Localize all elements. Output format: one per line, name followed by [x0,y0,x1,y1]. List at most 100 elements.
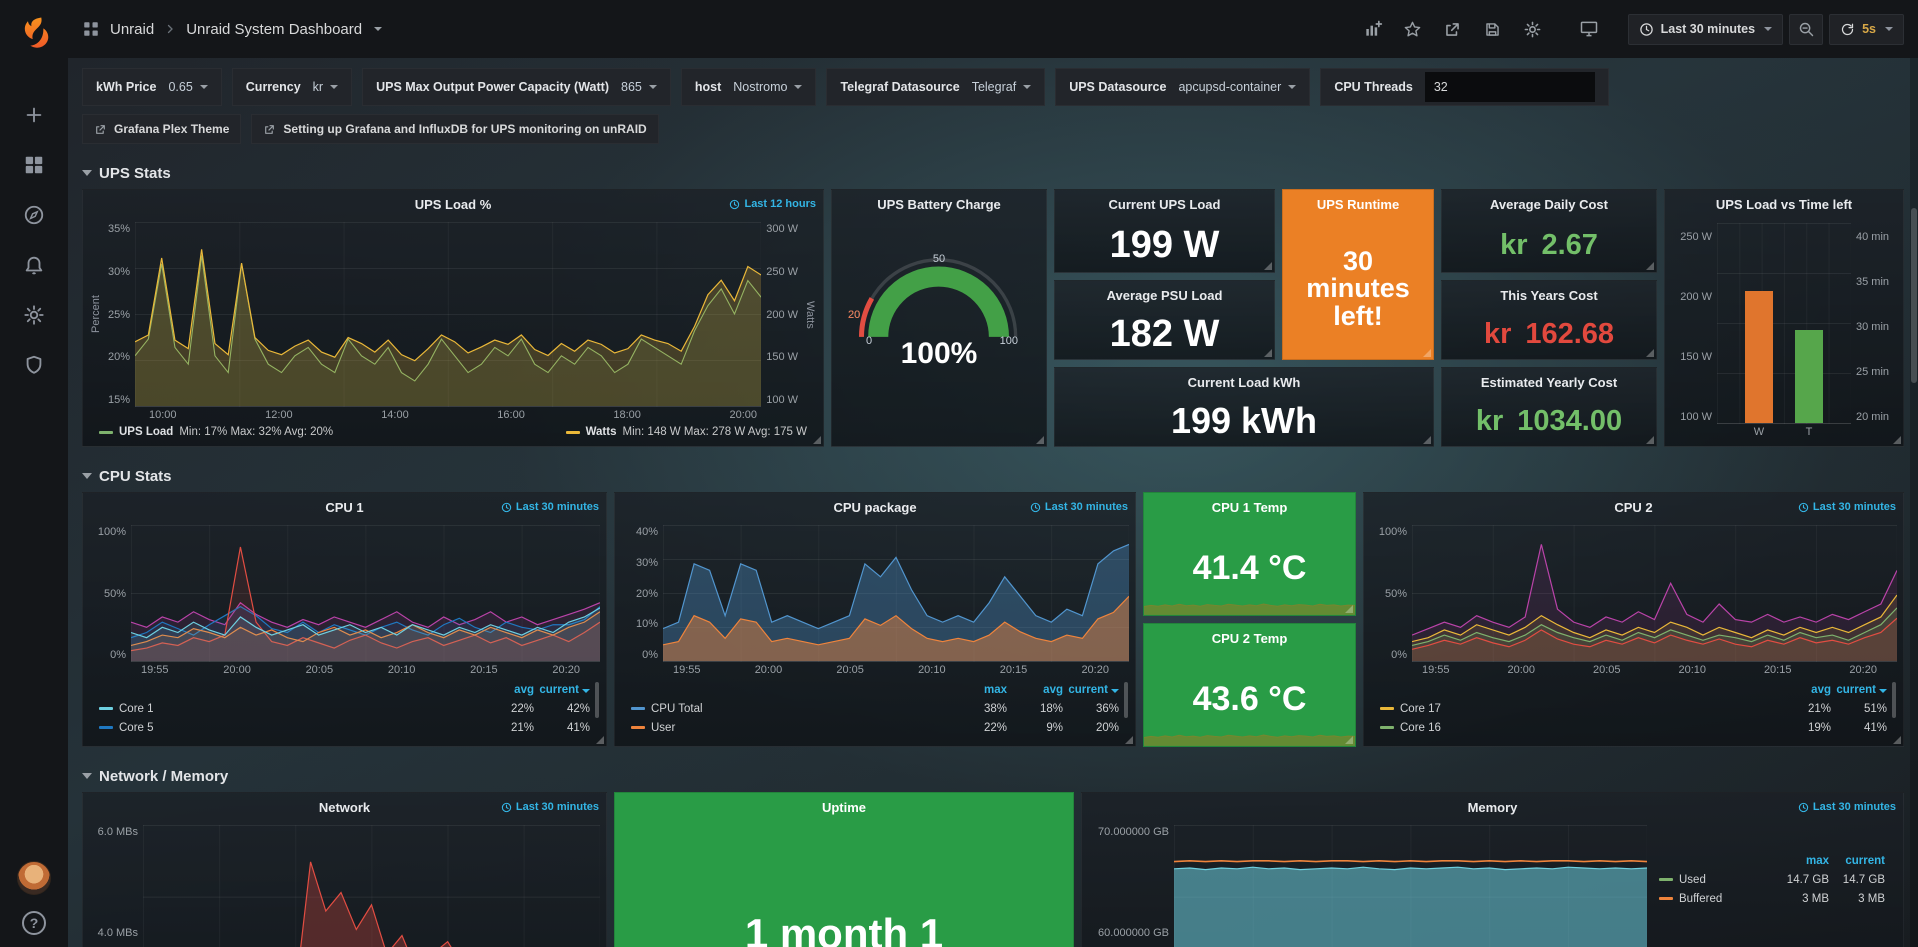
panel-title[interactable]: UPS Load vs Time left [1716,197,1852,212]
cpu2-chart[interactable] [1412,525,1897,662]
panel-resize-handle[interactable] [1893,436,1901,444]
panel-title[interactable]: Estimated Yearly Cost [1481,375,1617,390]
scrollbar-thumb[interactable] [1911,208,1917,383]
panel-resize-handle[interactable] [813,436,821,444]
sidebar-item-explore[interactable] [19,200,49,230]
legend-header-avg[interactable]: avg [1775,684,1831,696]
panel-title[interactable]: CPU 1 [325,500,363,515]
grafana-logo-icon[interactable] [13,12,55,54]
panel-time-override[interactable]: Last 30 minutes [1798,501,1896,513]
variable-ups-max-output[interactable]: UPS Max Output Power Capacity (Watt) 865 [362,68,671,106]
cpu-package-chart[interactable] [663,525,1129,662]
user-avatar[interactable] [17,861,51,895]
panel-resize-handle[interactable] [1264,262,1272,270]
dashboard-link-plex-theme[interactable]: Grafana Plex Theme [82,114,241,144]
panel-title[interactable]: UPS Battery Charge [877,197,1001,212]
legend-header-avg[interactable]: avg [478,684,534,696]
row-header-cpu-stats[interactable]: CPU Stats [82,465,1904,487]
variable-ups-datasource[interactable]: UPS Datasource apcupsd-container [1055,68,1310,106]
series-name[interactable]: Buffered [1659,893,1773,905]
variable-value-dropdown[interactable]: 865 [621,80,657,94]
series-name[interactable]: Core 1 [99,703,478,715]
legend-scrollbar[interactable] [595,682,599,718]
cpu-threads-input[interactable] [1425,72,1595,102]
cpu1-chart[interactable] [131,525,600,662]
row-header-network-memory[interactable]: Network / Memory [82,765,1904,787]
row-header-ups-stats[interactable]: UPS Stats [82,162,1904,184]
panel-title[interactable]: CPU 1 Temp [1212,500,1288,515]
dashboard-settings-button[interactable] [1516,13,1550,45]
panel-title[interactable]: Memory [1468,800,1518,815]
variable-value-dropdown[interactable]: Telegraf [972,80,1031,94]
legend-header-max[interactable]: max [1773,855,1829,867]
add-panel-button[interactable] [1356,13,1390,45]
sidebar-item-server-admin[interactable] [19,350,49,380]
series-name[interactable]: User [631,722,951,734]
panel-title[interactable]: UPS Load % [415,197,492,212]
panel-title[interactable]: This Years Cost [1500,288,1597,303]
zoom-out-button[interactable] [1789,14,1823,45]
refresh-picker[interactable]: 5s [1829,14,1904,45]
panel-title[interactable]: Current UPS Load [1109,197,1221,212]
ups-vs-time-bar-chart[interactable] [1717,223,1851,424]
variable-value-dropdown[interactable]: 0.65 [168,80,207,94]
panel-resize-handle[interactable] [1036,436,1044,444]
series-name[interactable]: Core 5 [99,722,478,734]
variable-kwh-price[interactable]: kWh Price 0.65 [82,68,222,106]
sidebar-item-dashboards[interactable] [19,150,49,180]
page-title[interactable]: Unraid System Dashboard [186,21,362,38]
series-name[interactable]: Core 17 [1380,703,1775,715]
panel-resize-handle[interactable] [1646,349,1654,357]
legend-header-current[interactable]: current [1063,684,1119,696]
legend-header-current[interactable]: current [1831,684,1887,696]
panel-resize-handle[interactable] [596,736,604,744]
breadcrumb-folder[interactable]: Unraid [110,21,154,38]
cycle-view-mode-button[interactable] [1572,13,1606,45]
panel-time-override[interactable]: Last 12 hours [729,198,816,210]
panel-time-override[interactable]: Last 30 minutes [501,501,599,513]
panel-title[interactable]: Current Load kWh [1188,375,1301,390]
series-name[interactable]: Watts [586,426,617,438]
chevron-down-icon[interactable] [374,27,382,31]
sidebar-item-create[interactable] [19,100,49,130]
series-name[interactable]: UPS Load [119,426,173,438]
panel-title[interactable]: UPS Runtime [1317,197,1399,212]
panel-resize-handle[interactable] [1646,262,1654,270]
panel-title[interactable]: CPU package [833,500,916,515]
panel-title[interactable]: Network [319,800,370,815]
apps-grid-icon[interactable] [82,20,100,38]
panel-resize-handle[interactable] [1646,436,1654,444]
variable-value-dropdown[interactable]: apcupsd-container [1178,80,1296,94]
sidebar-item-alerting[interactable] [19,250,49,280]
memory-chart[interactable] [1174,825,1647,947]
panel-resize-handle[interactable] [1893,736,1901,744]
sidebar-item-configuration[interactable] [19,300,49,330]
save-button[interactable] [1476,13,1510,45]
series-name[interactable]: Used [1659,874,1773,886]
variable-currency[interactable]: Currency kr [232,68,352,106]
time-range-picker[interactable]: Last 30 minutes [1628,14,1783,45]
variable-value-dropdown[interactable]: Nostromo [733,80,802,94]
panel-time-override[interactable]: Last 30 minutes [501,801,599,813]
legend-scrollbar[interactable] [1124,682,1128,718]
legend-header-current[interactable]: current [1829,855,1885,867]
series-name[interactable]: Core 16 [1380,722,1775,734]
ups-load-chart[interactable] [135,222,761,407]
series-name[interactable]: CPU Total [631,703,951,715]
panel-title[interactable]: CPU 2 Temp [1212,631,1288,646]
panel-resize-handle[interactable] [1423,436,1431,444]
variable-host[interactable]: host Nostromo [681,68,817,106]
legend-header-avg[interactable]: avg [1007,684,1063,696]
variable-telegraf-datasource[interactable]: Telegraf Datasource Telegraf [826,68,1045,106]
panel-title[interactable]: Average Daily Cost [1490,197,1608,212]
legend-header-max[interactable]: max [951,684,1007,696]
panel-time-override[interactable]: Last 30 minutes [1030,501,1128,513]
network-chart[interactable] [143,825,600,947]
panel-title[interactable]: Uptime [822,800,866,815]
panel-title[interactable]: CPU 2 [1614,500,1652,515]
page-scrollbar[interactable] [1910,58,1918,947]
panel-title[interactable]: Average PSU Load [1107,288,1223,303]
legend-scrollbar[interactable] [1892,682,1896,718]
panel-resize-handle[interactable] [1264,349,1272,357]
star-button[interactable] [1396,13,1430,45]
